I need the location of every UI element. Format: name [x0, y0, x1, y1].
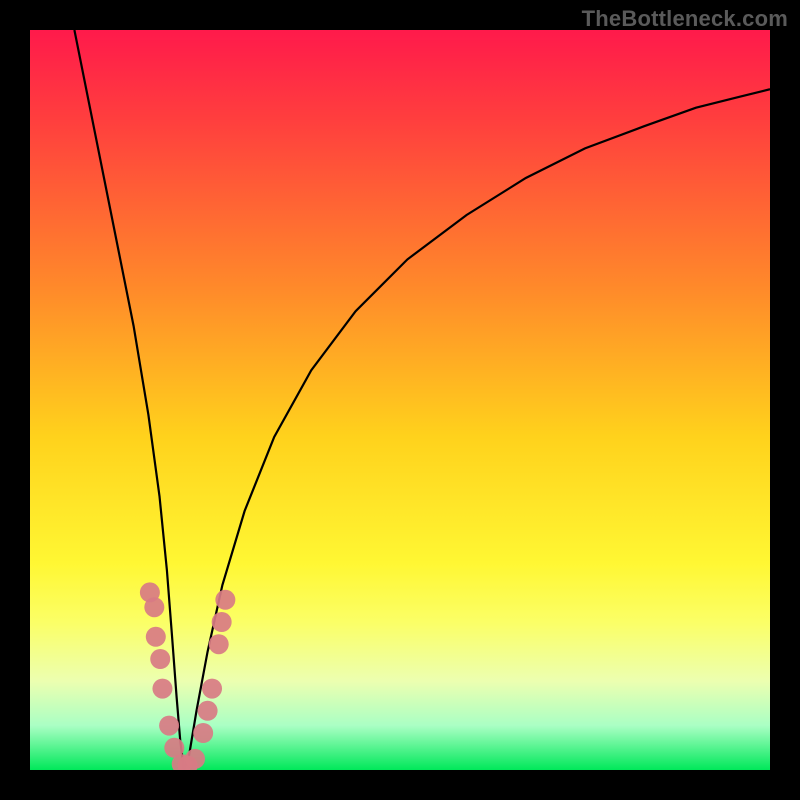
marker-dot — [202, 679, 222, 699]
marker-dot — [159, 716, 179, 736]
marker-dot — [144, 597, 164, 617]
gradient-background — [30, 30, 770, 770]
plot-area — [30, 30, 770, 770]
marker-dot — [209, 634, 229, 654]
marker-dot — [152, 679, 172, 699]
marker-dot — [212, 612, 232, 632]
marker-dot — [215, 590, 235, 610]
marker-dot — [193, 723, 213, 743]
marker-dot — [150, 649, 170, 669]
marker-dot — [198, 701, 218, 721]
watermark-text: TheBottleneck.com — [582, 6, 788, 32]
marker-dot — [146, 627, 166, 647]
chart-frame: TheBottleneck.com — [0, 0, 800, 800]
bottleneck-chart — [30, 30, 770, 770]
marker-dot — [185, 749, 205, 769]
